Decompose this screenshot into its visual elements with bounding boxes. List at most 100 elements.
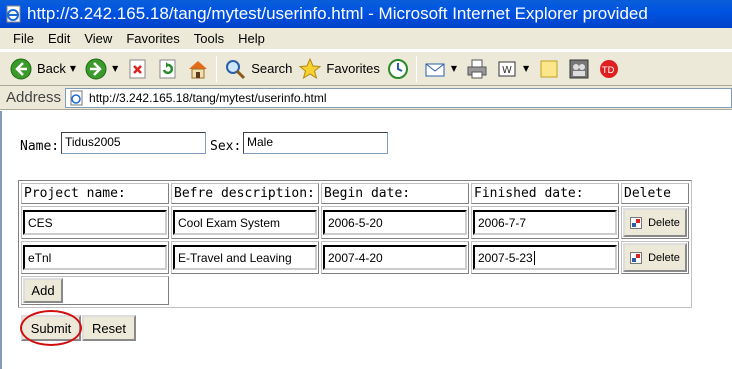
name-input[interactable]: Tidus2005 [61, 132, 206, 154]
search-button[interactable]: Search [220, 54, 295, 84]
printer-icon [467, 59, 487, 78]
mail-icon [425, 63, 445, 76]
forward-arrow-icon [85, 58, 107, 79]
table-cell: 2007-4-20 [321, 241, 469, 274]
word-edit-icon: W [498, 61, 516, 76]
back-arrow-icon [10, 58, 32, 79]
menu-edit[interactable]: Edit [41, 31, 77, 46]
search-icon [226, 59, 246, 79]
menu-view[interactable]: View [77, 31, 119, 46]
home-icon [189, 60, 208, 78]
reset-button[interactable]: Reset [82, 315, 136, 341]
note-icon [540, 60, 558, 77]
stop-button[interactable] [123, 54, 153, 84]
menu-favorites[interactable]: Favorites [119, 31, 186, 46]
broken-image-icon [630, 216, 643, 229]
delete-label: Delete [648, 251, 680, 264]
chevron-down-icon[interactable]: ▼ [112, 64, 118, 73]
table-cell: 2006-7-7 [471, 206, 619, 239]
favorites-button[interactable]: Favorites [295, 54, 382, 84]
finished-date-value: 2007-5-23 [478, 250, 533, 265]
name-label: Name: [20, 139, 60, 154]
address-label: Address [6, 89, 62, 106]
back-button[interactable]: Back ▼ [6, 54, 81, 84]
refresh-button[interactable] [153, 54, 183, 84]
history-clock-icon [387, 58, 408, 79]
description-input[interactable]: Cool Exam System [173, 210, 317, 235]
add-row: Add [21, 276, 689, 305]
menu-file[interactable]: File [6, 31, 41, 46]
menu-help[interactable]: Help [231, 31, 272, 46]
table-row: CES Cool Exam System 2006-5-20 2006-7-7 … [21, 206, 689, 239]
research-button[interactable]: TD [594, 54, 624, 84]
svg-text:W: W [502, 65, 512, 76]
column-header: Begin date: [321, 183, 469, 204]
add-button[interactable]: Add [23, 278, 63, 303]
svg-text:TD: TD [601, 66, 614, 76]
broken-image-icon [630, 251, 643, 264]
delete-label: Delete [648, 216, 680, 229]
discuss-button[interactable] [534, 54, 564, 84]
project-name-input[interactable]: eTnl [23, 245, 167, 270]
table-cell: Add [21, 276, 169, 305]
messenger-button[interactable] [564, 54, 594, 84]
chevron-down-icon[interactable]: ▼ [451, 64, 457, 73]
toolbar-separator [216, 55, 218, 82]
menu-tools[interactable]: Tools [187, 31, 231, 46]
chevron-down-icon[interactable]: ▼ [523, 64, 529, 73]
address-url: http://3.242.165.18/tang/mytest/userinfo… [89, 90, 327, 105]
column-header: Finished date: [471, 183, 619, 204]
search-label: Search [251, 61, 293, 76]
table-row: eTnl E-Travel and Leaving 2007-4-20 2007… [21, 241, 689, 274]
forward-button[interactable]: ▼ [81, 54, 123, 84]
table-cell: 2007-5-23 [471, 241, 619, 274]
table-header-row: Project name: Befre description: Begin d… [21, 183, 689, 204]
window-titlebar[interactable]: http://3.242.165.18/tang/mytest/userinfo… [0, 0, 732, 28]
home-button[interactable] [183, 54, 213, 84]
delete-button[interactable]: Delete [623, 243, 687, 272]
favorites-label: Favorites [326, 61, 380, 76]
address-bar: Address http://3.242.165.18/tang/mytest/… [0, 86, 732, 110]
table-cell: E-Travel and Leaving [171, 241, 319, 274]
page-icon [70, 90, 83, 105]
column-header: Delete [621, 183, 689, 204]
table-cell: CES [21, 206, 169, 239]
table-cell: 2006-5-20 [321, 206, 469, 239]
edit-button[interactable]: W ▼ [492, 54, 534, 84]
sex-label: Sex: [210, 139, 242, 154]
stop-icon [129, 59, 146, 78]
menu-bar: File Edit View Favorites Tools Help [0, 28, 732, 50]
sex-input[interactable]: Male [243, 132, 388, 154]
finished-date-input[interactable]: 2006-7-7 [473, 210, 617, 235]
history-button[interactable] [383, 54, 413, 84]
chevron-down-icon[interactable]: ▼ [70, 64, 76, 73]
toolbar-separator [415, 55, 417, 82]
table-cell: Delete [621, 206, 689, 239]
begin-date-input[interactable]: 2006-5-20 [323, 210, 467, 235]
people-icon [569, 59, 589, 78]
refresh-icon [159, 59, 176, 78]
column-header: Befre description: [171, 183, 319, 204]
table-cell: eTnl [21, 241, 169, 274]
begin-date-input[interactable]: 2007-4-20 [323, 245, 467, 270]
window-title: http://3.242.165.18/tang/mytest/userinfo… [27, 4, 648, 23]
back-label: Back [37, 61, 66, 76]
address-input[interactable]: http://3.242.165.18/tang/mytest/userinfo… [65, 87, 732, 108]
page-content: Name: Tidus2005 Sex: Male Project name: … [0, 111, 732, 369]
print-button[interactable] [462, 54, 492, 84]
delete-button[interactable]: Delete [623, 208, 687, 237]
ie-page-icon [6, 5, 21, 23]
research-icon: TD [600, 59, 619, 78]
submit-button[interactable]: Submit [21, 315, 81, 341]
table-cell: Delete [621, 241, 689, 274]
standard-toolbar: Back ▼ ▼ Search Favorites ▼ W ▼ TD [0, 51, 732, 86]
project-name-input[interactable]: CES [23, 210, 167, 235]
table-cell: Cool Exam System [171, 206, 319, 239]
project-table: Project name: Befre description: Begin d… [18, 180, 692, 308]
description-input[interactable]: E-Travel and Leaving [173, 245, 317, 270]
finished-date-input[interactable]: 2007-5-23 [473, 245, 617, 270]
column-header: Project name: [21, 183, 169, 204]
text-caret [533, 250, 535, 265]
star-icon [299, 57, 322, 79]
mail-button[interactable]: ▼ [420, 54, 462, 84]
